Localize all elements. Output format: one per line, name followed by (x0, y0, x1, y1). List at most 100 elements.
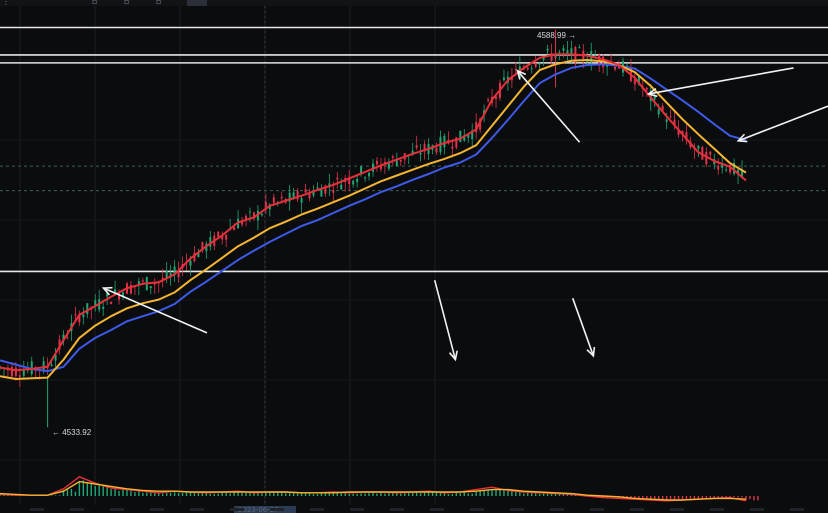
indicator-bar (257, 493, 259, 496)
indicator-line (0, 476, 747, 502)
indicator-bar (114, 488, 116, 496)
candle-body (153, 283, 156, 285)
candle-body (451, 146, 454, 149)
time-axis-tick (590, 508, 604, 511)
candle-body (233, 227, 236, 231)
time-axis-tick (30, 508, 44, 511)
candle-body (141, 280, 144, 282)
annotation-arrow[interactable] (736, 105, 828, 143)
indicator-bar (102, 485, 104, 496)
horizontal-levels[interactable] (0, 26, 828, 273)
candle-body (260, 213, 263, 216)
indicator-bar (312, 493, 315, 496)
indicator-bar (66, 489, 69, 496)
candle-body (502, 77, 505, 80)
indicator-bar (749, 496, 751, 500)
time-axis-tick (470, 508, 484, 511)
time-axis-tick (150, 508, 164, 511)
indicator-bar (78, 481, 81, 496)
indicator-bar (471, 493, 473, 496)
price-chart[interactable]: 2023-06-27 4588.99 → ← 4533.92 (0, 0, 828, 513)
time-axis-tick (230, 508, 244, 511)
candle-body (645, 87, 648, 90)
indicator-bar (451, 494, 454, 496)
indicator-bar (467, 493, 469, 496)
indicator-bar (332, 493, 335, 496)
candle-body (86, 303, 89, 315)
candle-body (66, 337, 69, 339)
annotation-arrows[interactable] (101, 67, 828, 362)
candle-body (657, 109, 660, 115)
indicator-bar (237, 492, 239, 496)
indicator-bar (142, 492, 144, 496)
indicator-bar (741, 496, 743, 498)
indicator-bar (209, 493, 212, 496)
indicator-bar (733, 496, 735, 498)
candle-body (375, 160, 378, 165)
candle-body (368, 172, 371, 177)
time-axis-tick (190, 508, 204, 511)
arrow-shaft (738, 105, 828, 142)
annotation-arrow[interactable] (433, 279, 458, 362)
indicator-bar (642, 496, 644, 498)
time-axis: 2023-06-27 (30, 506, 804, 513)
indicator-bar (118, 490, 120, 496)
annotation-arrow[interactable] (571, 297, 596, 358)
indicator-bar (285, 493, 287, 496)
indicator-bar (300, 493, 303, 496)
candle-body (304, 189, 307, 193)
indicator-bar (376, 493, 378, 496)
indicator-bar (415, 492, 418, 496)
indicator-bar (296, 493, 299, 496)
indicator-bar (181, 492, 184, 496)
candle-body (669, 116, 672, 118)
time-axis-tick (510, 508, 524, 511)
indicator-bar (86, 482, 88, 496)
candle-body (534, 62, 537, 67)
indicator-line (0, 480, 747, 501)
indicator-bar (689, 496, 692, 499)
indicator-bar (158, 493, 160, 496)
candle-body (391, 156, 394, 158)
candle-body (356, 178, 359, 183)
time-axis-tick (110, 508, 124, 511)
indicator-bar (352, 493, 354, 496)
indicator-bar (269, 492, 271, 496)
candle-body (316, 187, 319, 189)
arrow-shaft (433, 279, 457, 360)
indicator-bar (507, 490, 509, 496)
indicator-bar (673, 496, 676, 500)
candle-body (697, 145, 700, 149)
candle-body (308, 193, 311, 199)
indicator-bar (58, 495, 61, 497)
indicator-bar (324, 493, 327, 496)
indicator-bar (225, 492, 227, 496)
indicator-bar (229, 493, 231, 496)
indicator-bar (146, 492, 148, 496)
indicator-bar (70, 488, 73, 496)
candle-body (217, 231, 220, 238)
time-axis-tick (70, 508, 84, 511)
candle-body (22, 370, 25, 376)
time-axis-tick (550, 508, 564, 511)
indicator-bar (277, 492, 279, 496)
candle-body (665, 119, 668, 122)
candle-body (717, 165, 720, 170)
candle-body (360, 166, 363, 174)
indicator-bar (487, 490, 489, 496)
candle-body (332, 190, 335, 193)
candle-body (352, 180, 355, 185)
indicator-bar (213, 493, 215, 496)
indicator-panel (0, 476, 759, 502)
indicator-bar (475, 491, 477, 496)
candle-body (558, 51, 561, 53)
indicator-bar (253, 493, 255, 496)
annotation-arrow[interactable] (516, 69, 581, 143)
indicator-bar (705, 496, 708, 499)
candle-body (364, 177, 367, 179)
indicator-bar (364, 493, 366, 496)
candle-body (272, 197, 275, 203)
indicator-bar (455, 492, 458, 496)
indicator-bar (495, 487, 497, 496)
indicator-bar (757, 496, 759, 501)
